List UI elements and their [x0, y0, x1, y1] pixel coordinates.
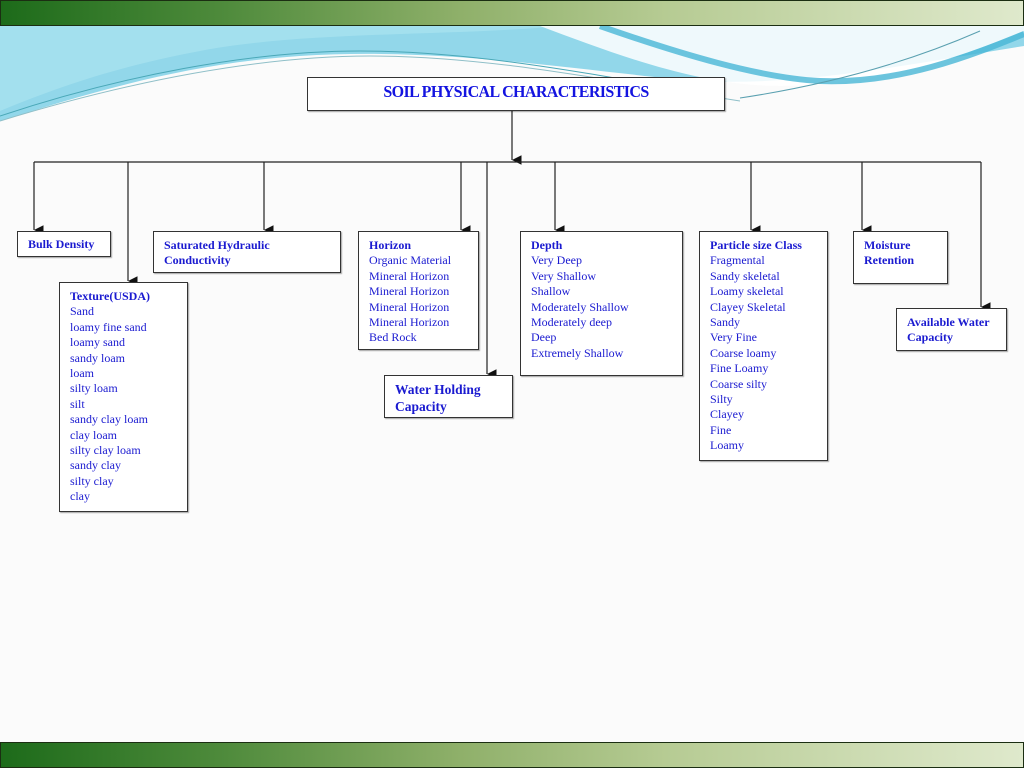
list-item: Very Fine [710, 330, 757, 345]
list-item: Deep [531, 330, 557, 345]
node-bulk-density: Bulk Density [17, 231, 111, 257]
node-heading: Saturated Hydraulic Conductivity [164, 238, 270, 268]
node-heading: Horizon [369, 238, 411, 252]
list-item: Fine [710, 422, 732, 437]
node-heading: Bulk Density [28, 237, 95, 251]
list-item: Mineral Horizon [369, 268, 450, 283]
list-item: Sandy skeletal [710, 268, 780, 283]
node-texture-usda: Texture(USDA) Sand loamy fine sand loamy s… [59, 282, 188, 512]
node-heading: Available Water Capacity [907, 315, 990, 345]
list-item: Shallow [531, 284, 571, 299]
list-item: Fine Loamy [710, 361, 769, 376]
list-item: Fragmental [710, 253, 765, 268]
node-water-holding-capacity: Water Holding Capacity [384, 375, 513, 418]
node-depth: Depth Very Deep Very Shallow Shallow Modera… [520, 231, 683, 376]
list-item: sandy clay [70, 458, 121, 473]
horizon-list: Organic Material Mineral Horizon Mineral H… [369, 253, 468, 345]
list-item: Bed Rock [369, 330, 417, 345]
list-item: Loamy skeletal [710, 284, 784, 299]
list-item: sandy loam [70, 350, 125, 365]
node-particle-size-class: Particle size Class Fragmental Sandy skel… [699, 231, 828, 461]
list-item: Sandy [710, 315, 740, 330]
particle-size-list: Fragmental Sandy skeletal Loamy skeletal Cl… [710, 253, 817, 453]
list-item: silty clay [70, 473, 114, 488]
list-item: Mineral Horizon [369, 299, 450, 314]
list-item: Very Shallow [531, 268, 596, 283]
node-horizon: Horizon Organic Material Mineral Horizon M… [358, 231, 479, 350]
list-item: Clayey [710, 407, 744, 422]
list-item: Mineral Horizon [369, 315, 450, 330]
list-item: silty loam [70, 381, 118, 396]
node-heading: Depth [531, 238, 563, 252]
list-item: clay loam [70, 427, 117, 442]
node-heading: Water Holding Capacity [395, 382, 481, 414]
depth-list: Very Deep Very Shallow Shallow Moderately S… [531, 253, 672, 361]
node-saturated-hydraulic-conductivity: Saturated Hydraulic Conductivity [153, 231, 341, 273]
list-item: Coarse silty [710, 376, 767, 391]
diagram-title: SOIL PHYSICAL CHARACTERISTICS [383, 83, 649, 102]
list-item: loam [70, 366, 94, 381]
list-item: silt [70, 396, 85, 411]
node-heading: Moisture Retention [864, 238, 914, 268]
bottom-gradient-bar [0, 742, 1024, 768]
list-item: Very Deep [531, 253, 582, 268]
title-box: SOIL PHYSICAL CHARACTERISTICS [307, 77, 725, 111]
node-heading: Texture(USDA) [70, 289, 150, 303]
list-item: Coarse loamy [710, 345, 777, 360]
texture-list: Sand loamy fine sand loamy sand sandy loam l… [70, 304, 177, 504]
list-item: Loamy [710, 438, 744, 453]
list-item: Sand [70, 304, 94, 319]
node-moisture-retention: Moisture Retention [853, 231, 948, 284]
list-item: Moderately Shallow [531, 299, 629, 314]
node-available-water-capacity: Available Water Capacity [896, 308, 1007, 351]
list-item: Silty [710, 392, 733, 407]
node-heading: Particle size Class [710, 238, 802, 252]
list-item: Organic Material [369, 253, 452, 268]
list-item: Clayey Skeletal [710, 299, 786, 314]
list-item: loamy fine sand [70, 319, 147, 334]
list-item: Mineral Horizon [369, 284, 450, 299]
list-item: sandy clay loam [70, 412, 148, 427]
list-item: silty clay loam [70, 443, 141, 458]
list-item: loamy sand [70, 335, 125, 350]
list-item: Extremely Shallow [531, 345, 624, 360]
list-item: clay [70, 489, 90, 504]
list-item: Moderately deep [531, 315, 612, 330]
